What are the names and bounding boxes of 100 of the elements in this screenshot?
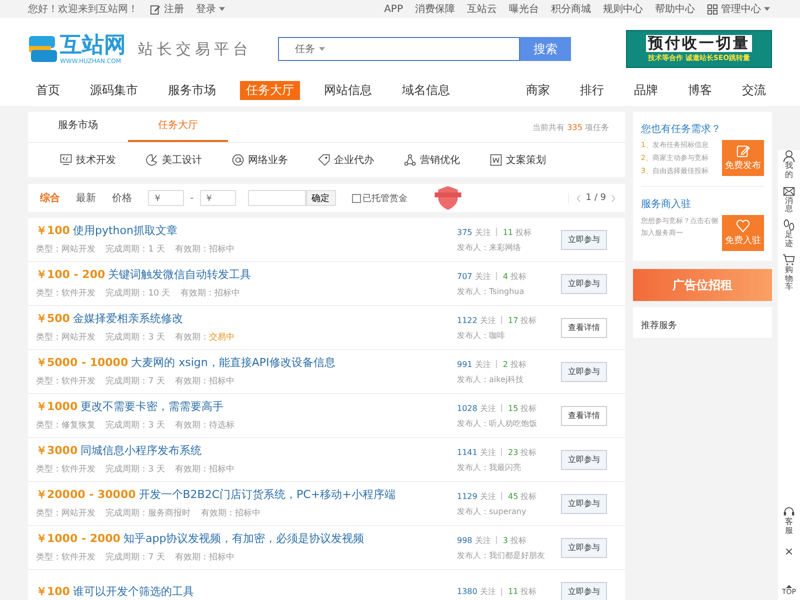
task-meta-text: 类型：软件开发 — [36, 464, 96, 475]
toolbar-item[interactable]: 我的 — [783, 150, 795, 180]
recommend-heading: 推荐服务 — [641, 321, 677, 331]
task-stats-text: 1129 关注 45 投标 — [457, 490, 538, 502]
task-title-link[interactable]: 使用python抓取文章 — [72, 223, 178, 238]
toolbar-item[interactable]: 足迹 — [783, 219, 795, 249]
escrow-checkbox[interactable]: 已托管赏金 — [352, 192, 408, 204]
page-indicator: 1 / 9 — [586, 193, 606, 203]
handshake-heart-icon — [736, 219, 750, 233]
publisher-text: 发布人：来彩网络 — [457, 242, 522, 252]
task-action-button[interactable]: 立即参与 — [561, 582, 607, 600]
task-price: ￥20000 - 30000 — [36, 487, 136, 502]
task-price: ￥1000 — [36, 399, 78, 414]
admin-link[interactable]: 管理中心 — [707, 2, 770, 16]
section-title: 服务商入驻 — [641, 198, 692, 211]
task-price: ￥100 — [36, 584, 70, 599]
tab[interactable]: 服务市场 — [28, 112, 128, 142]
task-title-link[interactable]: 金媒择爱相亲系统修改 — [72, 311, 183, 326]
search-field[interactable]: 任务 — [278, 37, 520, 61]
task-action-button[interactable]: 查看详情 — [561, 406, 607, 426]
publisher-text: 发布人：Tsinghua — [457, 286, 526, 296]
task-meta-text: 有效期：待选标 — [175, 420, 235, 431]
category-link[interactable]: 技术开发 — [60, 153, 116, 167]
user-icon — [783, 150, 795, 162]
prev-page-icon[interactable] — [576, 194, 581, 202]
task-meta-text: 完成周期：服务商报时 — [106, 507, 191, 519]
nav-link[interactable]: 品牌 — [628, 80, 664, 100]
caret-icon — [319, 47, 325, 51]
toolbar-item[interactable]: 消息 — [783, 184, 795, 214]
top-link[interactable]: APP — [384, 4, 403, 14]
task-action-button[interactable]: 立即参与 — [561, 274, 607, 294]
logo-icon — [28, 34, 58, 64]
top-link[interactable]: 积分商城 — [551, 2, 591, 16]
task-meta-text: 类型：软件开发 — [36, 552, 96, 563]
grid-icon — [707, 4, 718, 14]
top-link[interactable]: 曝光台 — [509, 2, 539, 16]
task-title-link[interactable]: 同城信息小程序发布系统 — [80, 443, 202, 458]
task-title-link[interactable]: 大麦网的 xsign，能直接API修改设备信息 — [131, 355, 336, 370]
publisher-text: 发布人：superany — [457, 506, 528, 516]
nav-link[interactable]: 商家 — [520, 80, 556, 100]
nav-link[interactable]: 交流 — [736, 80, 772, 100]
search-category-dropdown[interactable]: 任务 — [279, 42, 335, 56]
task-action-button[interactable]: 立即参与 — [561, 538, 607, 558]
login-link[interactable]: 登录 — [196, 2, 225, 16]
task-title-link[interactable]: 知乎app协议发视频，有加密，必须是协议发视频 — [123, 531, 364, 546]
nav-link[interactable]: 源码集市 — [84, 80, 144, 100]
nav-link[interactable]: 服务市场 — [162, 80, 222, 100]
task-title-link[interactable]: 谁可以开发个筛选的工具 — [72, 584, 194, 599]
category-link[interactable]: 网络业务 — [232, 153, 288, 167]
task-stats-text: 375 关注 11 投标 — [457, 226, 533, 238]
register-link[interactable]: 注册 — [150, 2, 184, 16]
task-stats-text: 707 关注 4 投标 — [457, 270, 528, 282]
task-meta-text: 类型：修复恢复 — [36, 420, 96, 431]
task-action-button[interactable]: 立即参与 — [561, 494, 607, 514]
task-count-text: 当前共有 335 项任务 — [532, 122, 609, 132]
nav-link[interactable]: 排行 — [574, 80, 610, 100]
category-link[interactable]: 营销优化 — [404, 153, 460, 167]
nav-link[interactable]: 网站信息 — [318, 80, 378, 100]
customer-service-button[interactable]: 客服 — [783, 506, 795, 536]
publisher-text: 发布人：咖啡 — [457, 330, 506, 340]
keyword-field[interactable] — [248, 190, 306, 206]
task-meta-text: 有效期：招标中 — [175, 552, 235, 563]
task-meta-text: 有效期：交易中 — [175, 331, 235, 343]
toolbar-item[interactable]: 购物车 — [783, 254, 795, 292]
task-price: ￥5000 - 10000 — [36, 355, 128, 370]
category-link[interactable]: 企业代办 — [318, 153, 374, 167]
task-price: ￥3000 — [36, 443, 78, 458]
close-button[interactable]: × — [784, 545, 794, 558]
sort-link[interactable]: 最新 — [76, 191, 96, 205]
task-meta-text: 类型：软件开发 — [36, 376, 96, 387]
category-link[interactable]: 文案策划 — [490, 153, 546, 167]
monitor-icon — [60, 154, 72, 166]
top-link[interactable]: 消费保障 — [415, 2, 455, 16]
task-title-link[interactable]: 开发一个B2B2C门店订货系统，PC+移动+小程序端 — [138, 487, 396, 502]
top-link[interactable]: 规则中心 — [603, 2, 643, 16]
task-meta-text: 有效期：招标中 — [175, 464, 235, 475]
confirm-button[interactable]: 确定 — [306, 190, 336, 206]
document-icon — [490, 154, 502, 166]
task-stats-text: 1380 关注 11 投标 — [457, 586, 538, 597]
top-link[interactable]: 帮助中心 — [655, 2, 695, 16]
min-price-field[interactable]: ￥ — [148, 190, 184, 206]
task-action-button[interactable]: 立即参与 — [561, 450, 607, 470]
task-title-link[interactable]: 更改不需要卡密，需需要高手 — [80, 399, 224, 414]
task-meta-text: 完成周期：3 天 — [106, 331, 165, 343]
task-meta-text: 完成周期：3 天 — [106, 463, 165, 475]
next-page-icon[interactable] — [611, 194, 615, 202]
sort-link[interactable]: 价格 — [112, 191, 132, 205]
greeting-text: 您好！欢迎来到互站网！ — [28, 2, 138, 16]
nav-link[interactable]: 首页 — [30, 80, 66, 100]
footprint-icon — [783, 219, 795, 232]
task-title-link[interactable]: 关键词触发微信自动转发工具 — [108, 267, 252, 282]
task-action-button[interactable]: 立即参与 — [561, 230, 607, 250]
category-link[interactable]: 美工设计 — [146, 153, 202, 167]
task-action-button[interactable]: 查看详情 — [561, 318, 607, 338]
task-meta-text: 完成周期：7 天 — [106, 375, 165, 387]
task-action-button[interactable]: 立即参与 — [561, 362, 607, 382]
nav-link[interactable]: 博客 — [682, 80, 718, 100]
nav-link[interactable]: 域名信息 — [396, 80, 456, 100]
top-link[interactable]: 互站云 — [467, 2, 497, 16]
max-price-field[interactable]: ￥ — [200, 190, 236, 206]
